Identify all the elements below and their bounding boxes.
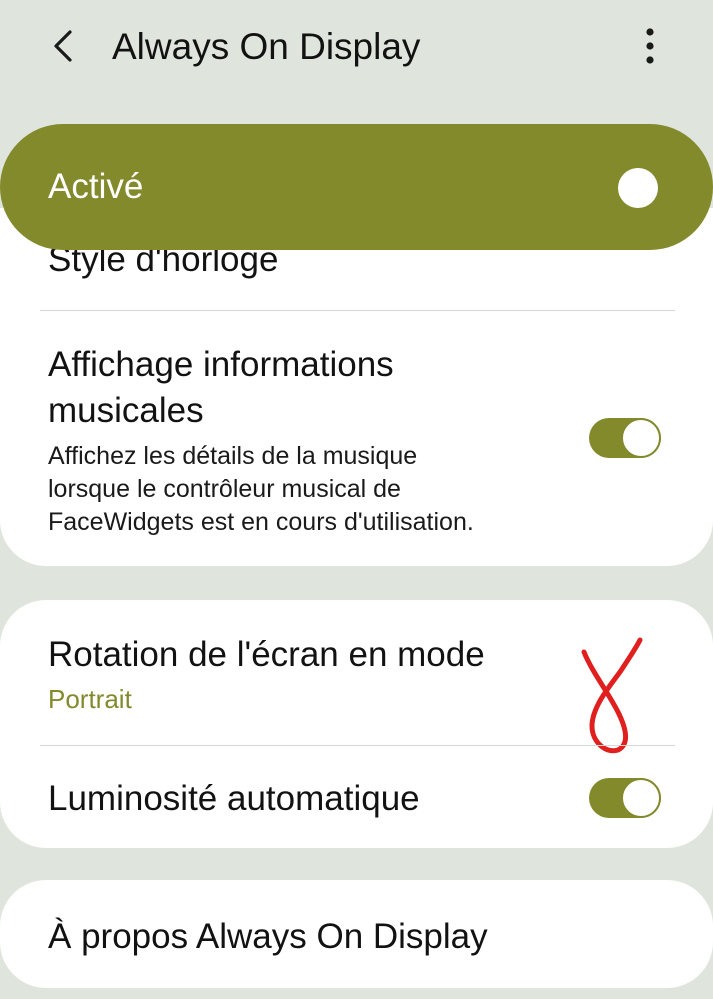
toggle-knob (621, 418, 661, 458)
handwritten-annotation-mark (581, 637, 643, 754)
back-button[interactable] (38, 20, 90, 72)
master-switch-bar[interactable]: Activé (0, 124, 713, 250)
auto-brightness-toggle[interactable] (589, 778, 661, 818)
settings-card-about[interactable]: À propos Always On Display (0, 880, 713, 988)
app-bar: Always On Display (0, 0, 713, 96)
music-info-desc-line3: FaceWidgets est en cours d'utilisation. (48, 508, 474, 536)
master-switch-toggle[interactable] (618, 168, 658, 208)
divider (40, 310, 675, 311)
more-options-button[interactable] (630, 22, 670, 70)
auto-brightness-title: Luminosité automatique (48, 779, 420, 818)
music-info-title-line1: Affichage informations (48, 345, 394, 384)
music-info-desc-line2: lorsque le contrôleur musical de (48, 475, 401, 503)
music-info-toggle[interactable] (589, 418, 661, 458)
more-vertical-icon (646, 28, 654, 64)
screen-rotation-value: Portrait (48, 684, 132, 714)
about-title: À propos Always On Display (48, 917, 488, 956)
toggle-knob (621, 778, 661, 818)
divider (40, 745, 675, 746)
music-info-title-line2: musicales (48, 391, 204, 430)
page-title: Always On Display (112, 26, 421, 67)
music-info-desc-line1: Affichez les détails de la musique (48, 442, 418, 470)
screen-rotation-title: Rotation de l'écran en mode (48, 635, 485, 674)
master-switch-label: Activé (48, 167, 144, 206)
chevron-left-icon (54, 30, 72, 62)
